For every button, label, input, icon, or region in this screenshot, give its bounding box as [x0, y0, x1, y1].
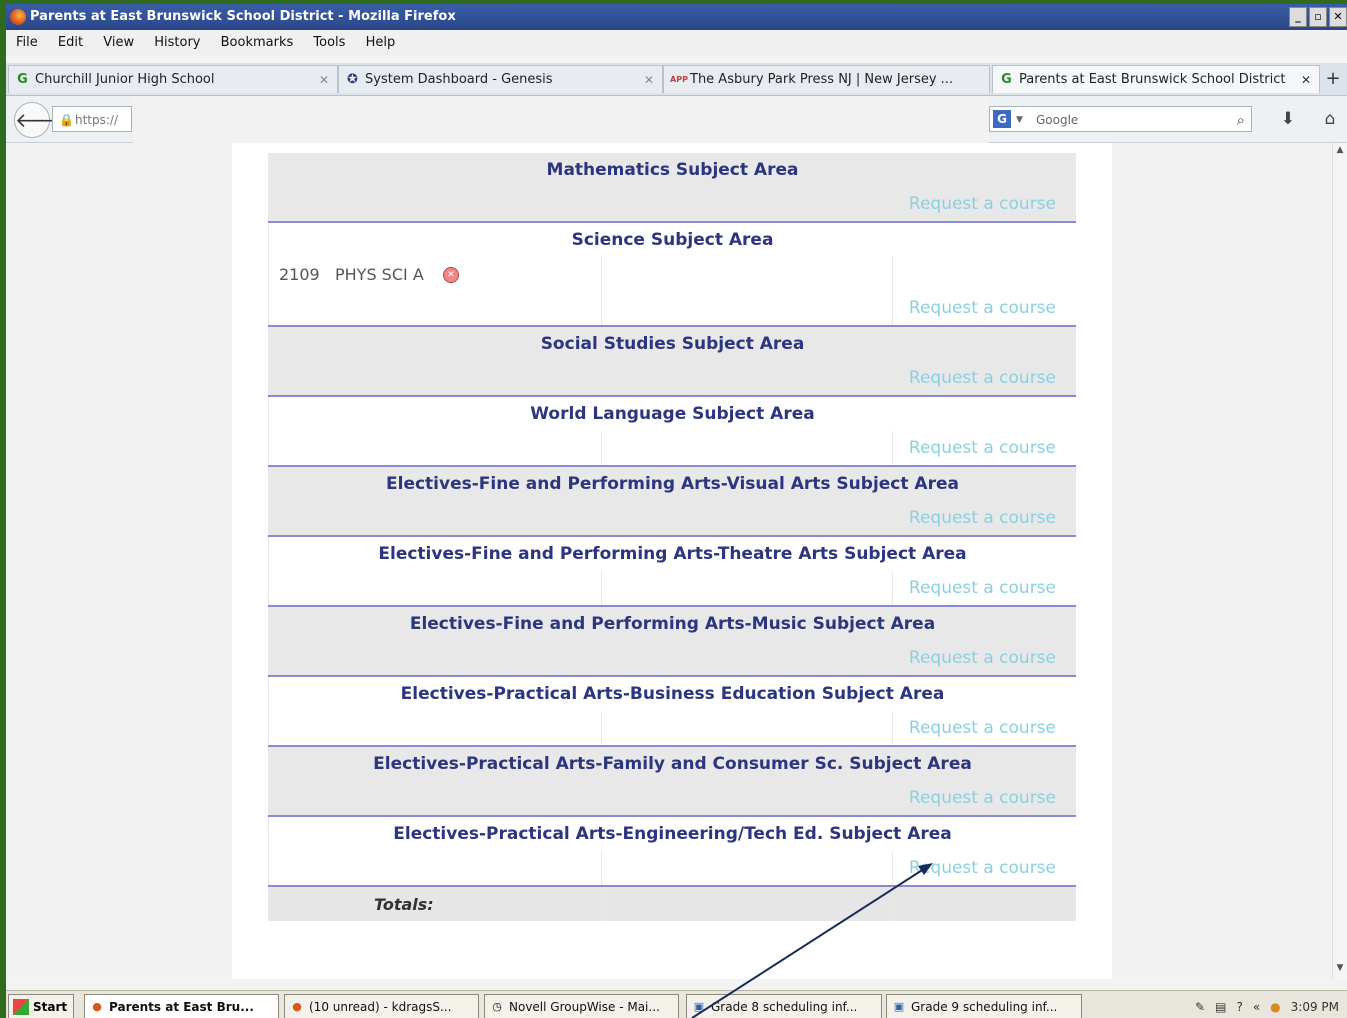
arrow-line — [691, 866, 928, 1018]
annotation-arrow — [691, 863, 933, 1018]
arrow-head — [918, 863, 933, 875]
browser-window: Parents at East Brunswick School Distric… — [6, 4, 1347, 1018]
